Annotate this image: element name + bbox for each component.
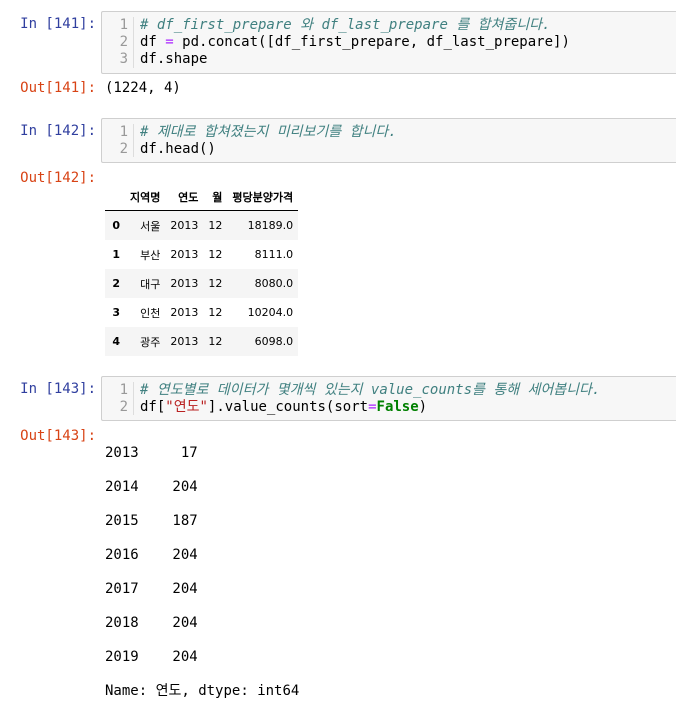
table-row: 1 부산 2013 12 8111.0 <box>105 240 298 269</box>
column-header: 연도 <box>165 184 204 211</box>
code-line: df = pd.concat([df_first_prepare, df_las… <box>140 34 570 50</box>
index-header <box>105 184 125 211</box>
table-cell: 18189.0 <box>247 219 294 232</box>
code-comment: # 제대로 합쳐졌는지 미리보기를 합니다. <box>140 124 397 140</box>
cell-141-output: (1224, 4) <box>105 80 181 96</box>
column-header: 평당분양가격 <box>227 184 299 211</box>
table-cell: 10204.0 <box>247 306 294 319</box>
cell-142-in-prompt: In [142]: <box>20 123 96 139</box>
output-line: 2018 204 <box>105 615 198 631</box>
cell-141-in-prompt: In [141]: <box>20 16 96 32</box>
table-row: 2 대구 2013 12 8080.0 <box>105 269 299 298</box>
row-index: 3 <box>112 306 120 319</box>
line-number: 1 <box>119 124 128 140</box>
table-cell: 12 <box>208 306 223 319</box>
table-cell: 8080.0 <box>254 277 294 290</box>
cell-143-out-prompt: Out[143]: <box>20 428 96 444</box>
table-cell: 12 <box>208 277 223 290</box>
code-line: df["연도"].value_counts(sort=False) <box>140 399 428 415</box>
output-line: 2019 204 <box>105 649 198 665</box>
line-number: 2 <box>119 34 128 50</box>
table-row: 3 인천 2013 12 10204.0 <box>105 298 298 327</box>
cell-142-out-prompt: Out[142]: <box>20 170 96 186</box>
output-line: 2014 204 <box>105 479 198 495</box>
row-index: 4 <box>112 335 120 348</box>
table-cell: 8111.0 <box>254 248 294 261</box>
table-cell: 2013 <box>170 306 199 319</box>
cell-141-input[interactable]: 1 # df_first_prepare 와 df_last_prepare 를 … <box>101 11 676 74</box>
code-comment: # 연도별로 데이터가 몇개씩 있는지 value_counts를 통해 세어봅… <box>140 382 601 398</box>
code-comment: # df_first_prepare 와 df_last_prepare 를 합… <box>140 17 551 33</box>
table-cell: 12 <box>208 248 223 261</box>
row-index: 2 <box>112 277 120 290</box>
row-index: 0 <box>112 219 120 232</box>
table-cell: 광주 <box>140 335 161 349</box>
column-header: 지역명 <box>125 184 166 211</box>
table-row: 4 광주 2013 12 6098.0 <box>105 327 299 356</box>
table-cell: 2013 <box>170 335 199 348</box>
code-line: df.shape <box>140 51 208 67</box>
line-number: 2 <box>119 141 128 157</box>
table-cell: 12 <box>208 335 223 348</box>
table-cell: 인천 <box>140 306 161 320</box>
column-header: 월 <box>203 184 228 211</box>
line-number: 1 <box>119 17 128 33</box>
table-cell: 12 <box>208 219 223 232</box>
output-line: 2013 17 <box>105 445 198 461</box>
cell-143-output: 2013 17 2014 204 2015 187 2016 204 2017 … <box>105 428 299 717</box>
dataframe-table: 지역명 연도 월 평당분양가격 0 서울 2013 12 18189.0 1 부… <box>105 184 299 356</box>
cell-143-in-prompt: In [143]: <box>20 381 96 397</box>
table-cell: 2013 <box>170 248 199 261</box>
cell-143-input[interactable]: 1 # 연도별로 데이터가 몇개씩 있는지 value_counts를 통해 세어… <box>101 376 676 421</box>
output-line: 2017 204 <box>105 581 198 597</box>
output-line: Name: 연도, dtype: int64 <box>105 683 300 699</box>
line-number: 2 <box>119 399 128 415</box>
table-cell: 서울 <box>140 219 161 233</box>
line-number: 1 <box>119 382 128 398</box>
table-cell: 2013 <box>170 219 199 232</box>
table-cell: 2013 <box>170 277 199 290</box>
output-line: 2016 204 <box>105 547 198 563</box>
row-index: 1 <box>112 248 120 261</box>
table-header-row: 지역명 연도 월 평당분양가격 <box>105 184 299 211</box>
line-number: 3 <box>119 51 128 67</box>
table-cell: 대구 <box>140 277 161 291</box>
table-cell: 부산 <box>140 248 161 262</box>
cell-142-input[interactable]: 1 # 제대로 합쳐졌는지 미리보기를 합니다. 2 df.head() <box>101 118 676 163</box>
cell-141-out-prompt: Out[141]: <box>20 80 96 96</box>
code-line: df.head() <box>140 141 216 157</box>
table-cell: 6098.0 <box>254 335 294 348</box>
table-row: 0 서울 2013 12 18189.0 <box>105 210 299 240</box>
output-line: 2015 187 <box>105 513 198 529</box>
